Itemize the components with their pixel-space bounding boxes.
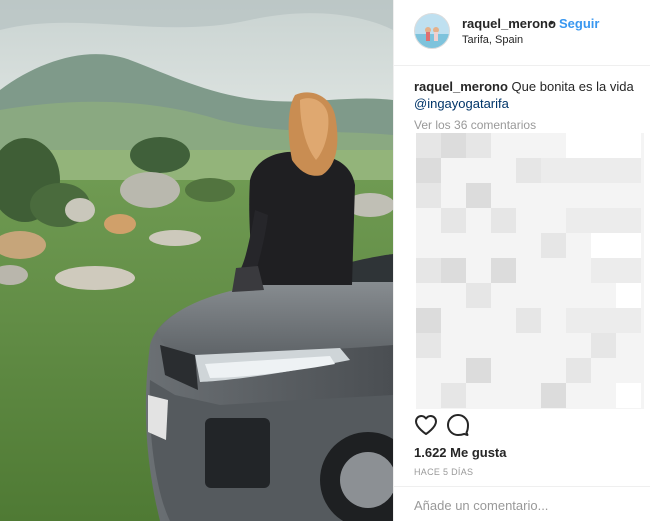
- instagram-post: raquel_merono • Seguir Tarifa, Spain raq…: [0, 0, 650, 521]
- caption-mention[interactable]: @ingayogatarifa: [414, 95, 639, 112]
- comment-input[interactable]: [414, 495, 634, 515]
- caption-username[interactable]: raquel_merono: [414, 79, 508, 94]
- post-caption: raquel_merono Que bonita es la vida @ing…: [414, 78, 639, 112]
- add-comment-bar: [394, 486, 650, 521]
- avatar-image: [415, 14, 449, 48]
- post-header: raquel_merono • Seguir Tarifa, Spain: [394, 0, 650, 66]
- blurred-comments: [416, 133, 644, 409]
- heart-icon-graphic: [415, 415, 437, 435]
- avatar[interactable]: [414, 13, 450, 49]
- header-separator: •: [549, 15, 554, 30]
- comment-bubble-icon-graphic: [447, 414, 469, 436]
- caption-text: Que bonita es la vida: [511, 79, 634, 94]
- header-username[interactable]: raquel_merono: [462, 16, 556, 31]
- pixelated-comments-block: [416, 133, 644, 409]
- follow-button[interactable]: Seguir: [559, 16, 599, 31]
- location-link[interactable]: Tarifa, Spain: [462, 34, 523, 46]
- heart-icon[interactable]: [414, 413, 438, 437]
- comment-bubble-icon[interactable]: [446, 413, 470, 437]
- landscape-car-photo: [0, 0, 393, 521]
- likes-count[interactable]: 1.622 Me gusta: [414, 445, 507, 460]
- post-timestamp: HACE 5 DÍAS: [414, 467, 474, 477]
- view-comments-link[interactable]: Ver los 36 comentarios: [414, 118, 536, 132]
- post-photo[interactable]: [0, 0, 393, 521]
- post-side-panel: raquel_merono • Seguir Tarifa, Spain raq…: [393, 0, 650, 521]
